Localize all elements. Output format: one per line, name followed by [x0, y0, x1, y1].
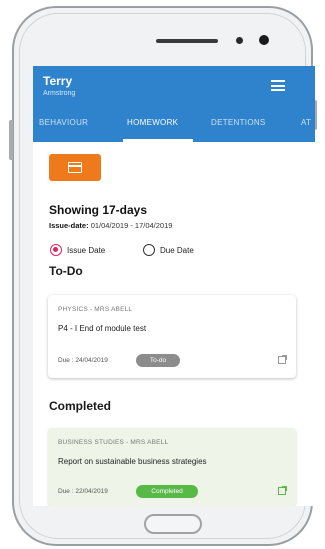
student-name: Terry — [43, 74, 73, 88]
tab-attendance[interactable]: AT — [301, 118, 311, 127]
homework-title: Report on sustainable business strategie… — [58, 457, 207, 466]
speaker-grille — [156, 39, 218, 43]
tab-detentions[interactable]: DETENTIONS — [211, 118, 266, 127]
due-date-radio[interactable] — [143, 244, 155, 256]
date-range-value: 01/04/2019 - 17/04/2019 — [90, 221, 173, 230]
homework-due-date: Due : 22/04/2019 — [58, 488, 108, 495]
student-surname: Armstrong — [43, 90, 76, 97]
homework-subject: PHYSICS - MRS ABELL — [58, 306, 133, 313]
home-button[interactable] — [144, 514, 202, 534]
homework-subject: BUSINESS STUDIES - MRS ABELL — [58, 439, 169, 446]
calendar-button[interactable] — [49, 154, 101, 181]
due-date-label[interactable]: Due Date — [160, 246, 194, 255]
app-bar: Terry Armstrong — [33, 66, 315, 108]
front-camera — [259, 35, 269, 45]
homework-card[interactable]: PHYSICS - MRS ABELL P4 - I End of module… — [48, 295, 296, 378]
tab-behaviour[interactable]: BEHAVIOUR — [39, 118, 88, 127]
date-range-label: Issue-date: — [49, 221, 89, 230]
hamburger-menu-icon[interactable] — [271, 80, 285, 91]
active-tab-indicator — [123, 139, 193, 142]
external-link-icon[interactable] — [278, 486, 287, 495]
homework-title: P4 - I End of module test — [58, 324, 147, 333]
calendar-icon — [68, 162, 82, 173]
todo-heading: To-Do — [49, 264, 83, 278]
sensor — [236, 37, 243, 44]
tab-homework[interactable]: HOMEWORK — [127, 118, 178, 127]
homework-due-date: Due : 24/04/2019 — [58, 357, 108, 364]
issue-date-label[interactable]: Issue Date — [67, 246, 105, 255]
status-badge: Completed — [136, 485, 198, 498]
homework-card[interactable]: BUSINESS STUDIES - MRS ABELL Report on s… — [48, 428, 296, 506]
status-badge: To-do — [136, 354, 180, 367]
showing-days-title: Showing 17-days — [49, 203, 148, 217]
date-range: Issue-date: 01/04/2019 - 17/04/2019 — [49, 221, 172, 230]
issue-date-radio[interactable] — [50, 244, 62, 256]
phone-side-button-left — [9, 120, 13, 160]
app-screen: Terry Armstrong BEHAVIOUR HOMEWORK DETEN… — [33, 66, 315, 506]
tab-bar: BEHAVIOUR HOMEWORK DETENTIONS AT — [33, 108, 315, 142]
completed-heading: Completed — [49, 399, 112, 413]
external-link-icon[interactable] — [278, 355, 287, 364]
